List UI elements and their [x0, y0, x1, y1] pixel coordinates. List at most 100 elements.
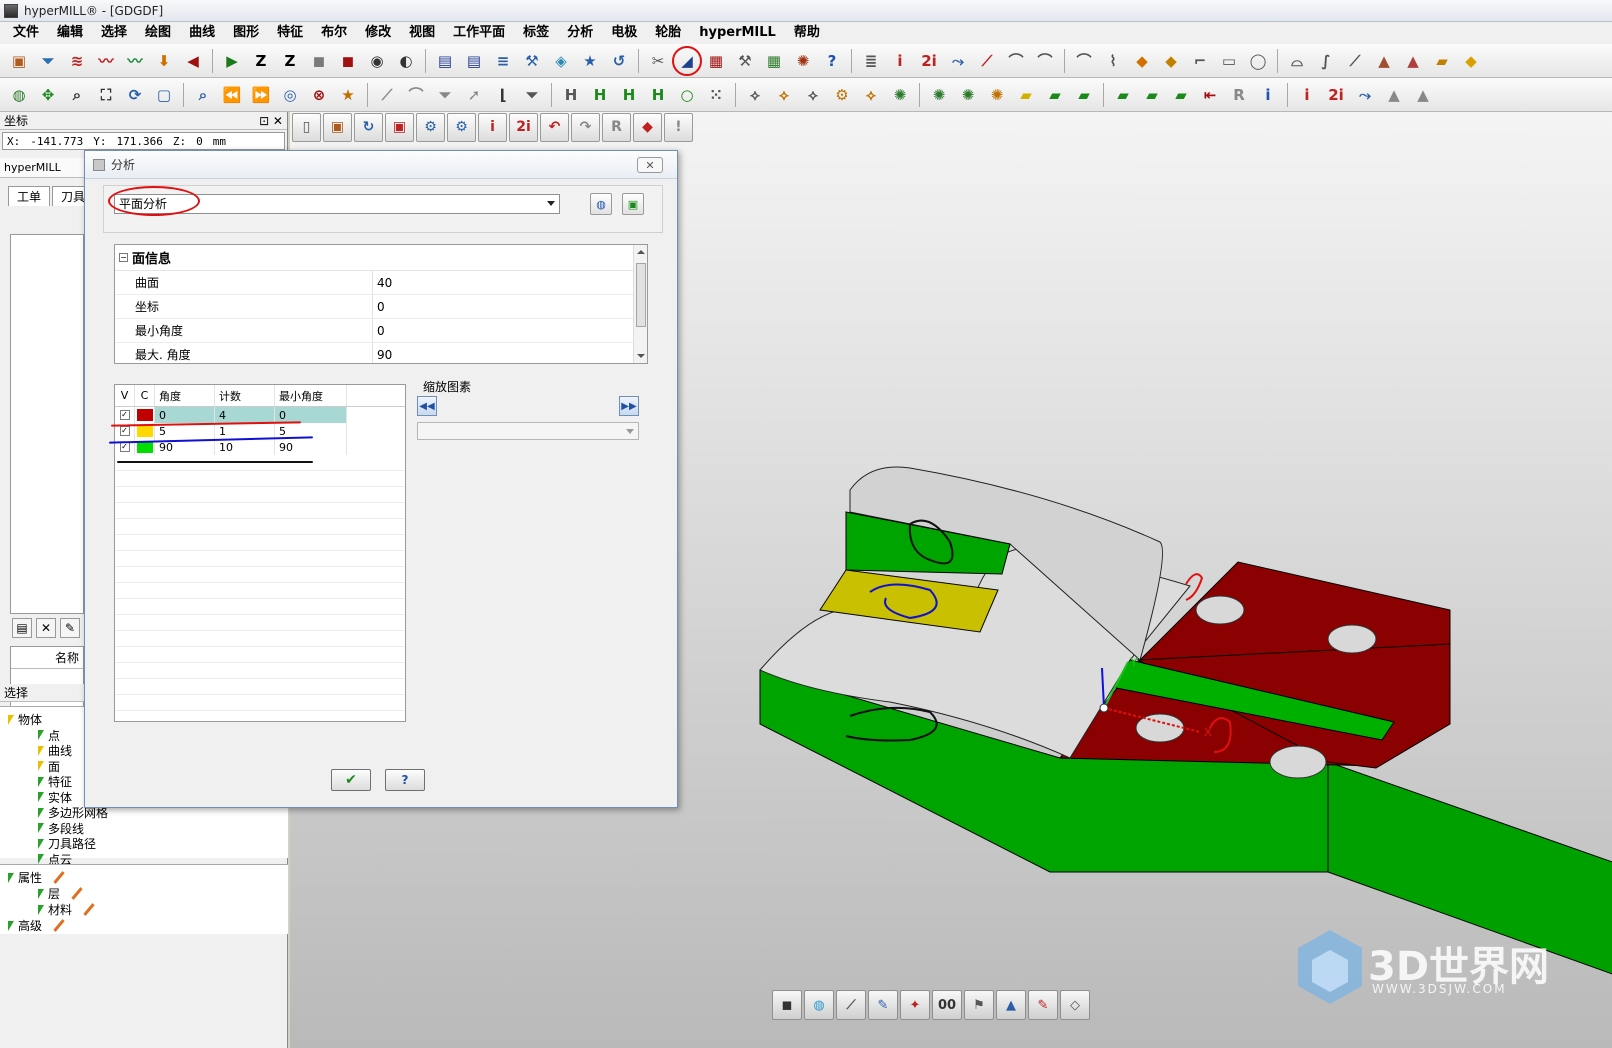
- cone2-icon[interactable]: ▲: [1410, 82, 1436, 108]
- pencil-icon[interactable]: [83, 903, 95, 916]
- knife-icon[interactable]: ✂: [645, 48, 671, 74]
- color-swatch[interactable]: [136, 425, 153, 437]
- menu-item-9[interactable]: 视图: [400, 22, 444, 44]
- circle-r-icon[interactable]: ◯: [1245, 48, 1271, 74]
- funnel-select-icon[interactable]: ⏷: [432, 82, 458, 108]
- rect-icon[interactable]: ▭: [1216, 48, 1242, 74]
- move-icon[interactable]: ✥: [35, 82, 61, 108]
- zoom-icon[interactable]: ⌕: [190, 82, 216, 108]
- slash-icon[interactable]: ⟋: [1342, 48, 1368, 74]
- sweep-icon[interactable]: ⌇: [1100, 48, 1126, 74]
- cylinder-icon[interactable]: ▰: [1168, 82, 1194, 108]
- menu-item-2[interactable]: 选择: [92, 22, 136, 44]
- zoom-area-icon[interactable]: ⌕: [64, 82, 90, 108]
- funnel-icon[interactable]: ⏷: [35, 48, 61, 74]
- menu-item-16[interactable]: 帮助: [785, 22, 829, 44]
- menu-item-15[interactable]: hyperMILL: [690, 22, 785, 44]
- arc2-icon[interactable]: ⌒: [1032, 48, 1058, 74]
- gear-blue-icon[interactable]: ⚙: [416, 112, 445, 142]
- analysis-export-button[interactable]: ▣: [622, 193, 644, 215]
- wt-back-icon[interactable]: ◀: [180, 48, 206, 74]
- rewind-icon[interactable]: ⏪: [219, 82, 245, 108]
- swirl4-icon[interactable]: ✺: [984, 82, 1010, 108]
- question-icon[interactable]: ?: [819, 48, 845, 74]
- transform-icon[interactable]: ⟡: [800, 82, 826, 108]
- wave-icon[interactable]: 〰: [93, 48, 119, 74]
- wave2-icon[interactable]: 〰: [122, 48, 148, 74]
- menu-item-4[interactable]: 曲线: [180, 22, 224, 44]
- arrow-select-icon[interactable]: ➚: [461, 82, 487, 108]
- zoom-entity-select[interactable]: [417, 422, 639, 440]
- gold-icon[interactable]: ◆: [1458, 48, 1484, 74]
- fit-icon[interactable]: ⛶: [93, 82, 119, 108]
- list-icon[interactable]: ≣: [858, 48, 884, 74]
- cone-icon[interactable]: ▲: [1381, 82, 1407, 108]
- h-box-icon[interactable]: H: [645, 82, 671, 108]
- measure-icon[interactable]: ⟋: [836, 990, 866, 1020]
- tool-path-icon[interactable]: ⤳: [1352, 82, 1378, 108]
- h-circle-icon[interactable]: H: [616, 82, 642, 108]
- target-icon[interactable]: ◎: [277, 82, 303, 108]
- swirl2-icon[interactable]: ✺: [926, 82, 952, 108]
- ring-green-icon[interactable]: ○: [674, 82, 700, 108]
- surface-icon[interactable]: ◆: [1129, 48, 1155, 74]
- collapse-icon[interactable]: −: [119, 253, 128, 262]
- tdm-icon[interactable]: ⬇: [151, 48, 177, 74]
- tree-node[interactable]: 实体: [38, 789, 72, 806]
- menu-item-11[interactable]: 标签: [514, 22, 558, 44]
- cylinder-paint-icon[interactable]: ▲: [996, 990, 1026, 1020]
- property-tree-node[interactable]: 材料: [38, 901, 96, 918]
- double-zero-icon[interactable]: 00: [932, 990, 962, 1020]
- surface2-icon[interactable]: ◆: [1158, 48, 1184, 74]
- pencil-icon[interactable]: ✎: [1028, 990, 1058, 1020]
- visible-checkbox[interactable]: ✓: [119, 426, 130, 436]
- menu-item-0[interactable]: 文件: [4, 22, 48, 44]
- plane3-icon[interactable]: ▰: [1110, 82, 1136, 108]
- info-red-icon[interactable]: i: [1294, 82, 1320, 108]
- delete-icon[interactable]: ✕: [36, 618, 56, 638]
- s-curve-icon[interactable]: ∫: [1313, 48, 1339, 74]
- flag-icon[interactable]: ⚑: [964, 990, 994, 1020]
- grid-icon[interactable]: ▦: [761, 48, 787, 74]
- shade-icon[interactable]: ◼: [772, 990, 802, 1020]
- ac-xml-icon[interactable]: ▤: [461, 48, 487, 74]
- surface-analysis-icon[interactable]: ◢: [672, 45, 702, 76]
- star-select-icon[interactable]: ★: [335, 82, 361, 108]
- warning-icon[interactable]: !: [664, 112, 693, 142]
- swirl-icon[interactable]: ✺: [887, 82, 913, 108]
- curve-i-icon[interactable]: ⟋: [974, 48, 1000, 74]
- ring-icon[interactable]: ◉: [364, 48, 390, 74]
- wire-icon[interactable]: ◇: [1060, 990, 1090, 1020]
- pencil-icon[interactable]: [53, 871, 65, 884]
- cube-blue-red-icon[interactable]: ◆: [633, 112, 662, 142]
- page-icon[interactable]: ▯: [292, 112, 321, 142]
- layers-icon[interactable]: ≋: [64, 48, 90, 74]
- z-icon[interactable]: Z: [248, 48, 274, 74]
- star-red-icon[interactable]: ✦: [900, 990, 930, 1020]
- redo-gray-icon[interactable]: ↷: [571, 112, 600, 142]
- hook-icon[interactable]: ↺: [606, 48, 632, 74]
- menu-item-10[interactable]: 工作平面: [444, 22, 514, 44]
- split-icon[interactable]: ⇤: [1197, 82, 1223, 108]
- twoi-icon[interactable]: 2i: [509, 112, 538, 142]
- table-row[interactable]: ✓ 0 4 0: [115, 407, 405, 423]
- ok-button[interactable]: ✔: [331, 769, 371, 791]
- filter-icon[interactable]: ⏷: [519, 82, 545, 108]
- undo-red-icon[interactable]: ↶: [540, 112, 569, 142]
- line-select-icon[interactable]: ⟋: [374, 82, 400, 108]
- analysis-settings-button[interactable]: ◍: [590, 193, 612, 215]
- red-box-icon[interactable]: ▣: [385, 112, 414, 142]
- wrench-icon[interactable]: ⚒: [732, 48, 758, 74]
- info-i-icon[interactable]: i: [887, 48, 913, 74]
- h-green-icon[interactable]: H: [587, 82, 613, 108]
- mesh-icon[interactable]: ⟡: [858, 82, 884, 108]
- forward-icon[interactable]: ⏩: [248, 82, 274, 108]
- curve-select-icon[interactable]: ⌒: [403, 82, 429, 108]
- zoom-next-button[interactable]: ▶▶: [619, 396, 639, 416]
- paint-icon[interactable]: ▲: [1371, 48, 1397, 74]
- rotate-blue-icon[interactable]: ↻: [354, 112, 383, 142]
- property-group-header[interactable]: − 面信息: [115, 245, 647, 271]
- panel-pin-close-icon[interactable]: ⊡ ✕: [259, 114, 283, 128]
- wt-forward-icon[interactable]: ▶: [219, 48, 245, 74]
- plane2-icon[interactable]: ▰: [1071, 82, 1097, 108]
